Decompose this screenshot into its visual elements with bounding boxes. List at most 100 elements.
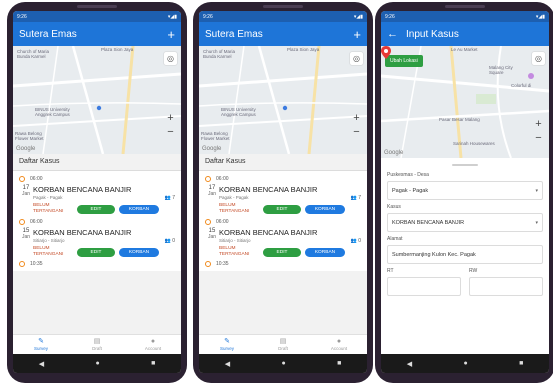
map-label-pasar: Pasar Besar Malang [439, 117, 480, 122]
timeline-dot-icon [19, 175, 25, 182]
nav-draft[interactable]: ▤ Draft [69, 335, 125, 354]
nav-label: Account [330, 346, 348, 351]
status-line-2: TERTANGANI [33, 252, 64, 257]
map-label-plaza: Plaza Sion Jaya [101, 47, 134, 52]
home-nav-icon[interactable]: ● [463, 360, 467, 367]
drag-handle[interactable] [452, 164, 478, 166]
map-view[interactable]: Church of Maria Bunda Karmel Plaza Sion … [13, 46, 181, 154]
zoom-in-button[interactable]: + [532, 118, 545, 131]
nav-label: Account [144, 346, 162, 351]
nav-draft[interactable]: ▤ Draft [255, 335, 311, 354]
status-time: 9:26 [17, 13, 27, 20]
map-label-flower: Rawa Belong Flower Market [15, 131, 44, 141]
nav-label: Draft [92, 346, 102, 351]
victim-count: 7 [172, 195, 175, 201]
alamat-value: Sumbermanjing Kulon Kec. Pagak [392, 251, 476, 258]
map-label-campus: BINUS University Anggrek Campus [221, 107, 256, 117]
map-label-flower: Rawa Belong Flower Market [201, 131, 230, 141]
section-title: Daftar Kasus [13, 154, 181, 171]
edit-button[interactable]: EDIT [77, 247, 115, 257]
timeline-dot-icon [205, 218, 211, 225]
location-pin-icon [381, 46, 391, 59]
puskesmas-select[interactable]: Pagak - Pagak ▾ [387, 181, 543, 200]
recents-nav-icon[interactable]: ■ [151, 360, 155, 367]
bottom-navigation: ✎ Survey ▤ Draft ● Account [199, 334, 367, 354]
people-icon: 👥 [164, 195, 171, 201]
case-time: 10:35 [30, 261, 43, 267]
status-line-2: TERTANGANI [219, 252, 250, 257]
draft-icon: ▤ [279, 338, 287, 345]
case-location: Pagak - Pagak [219, 195, 249, 200]
zoom-out-button[interactable]: − [532, 132, 545, 145]
case-card[interactable]: 06:00 17 Jan KORBAN BENCANA BANJIR Pagak … [19, 174, 175, 215]
case-card[interactable]: 06:00 15 Jan KORBAN BENCANA BANJIR Sitiar… [19, 217, 175, 258]
nav-label: Survey [219, 346, 234, 351]
edit-button[interactable]: EDIT [263, 204, 301, 214]
victim-count: 7 [358, 195, 361, 201]
recents-nav-icon[interactable]: ■ [337, 360, 341, 367]
zoom-out-button[interactable]: − [350, 126, 363, 139]
case-month: Jan [21, 191, 31, 197]
back-nav-icon[interactable]: ◀ [225, 360, 230, 368]
my-location-button[interactable]: ◎ [532, 52, 545, 65]
victim-count: 0 [172, 238, 175, 244]
korban-button[interactable]: KORBAN [119, 204, 159, 214]
edit-button[interactable]: EDIT [263, 247, 301, 257]
screen-case-list: 9:26 ▾◢▮ Sutera Emas + Church of Maria B… [13, 11, 181, 373]
korban-button[interactable]: KORBAN [305, 204, 345, 214]
app-title: Sutera Emas [19, 28, 77, 40]
status-bar: 9:26 ▾◢▮ [13, 11, 181, 22]
map-label-top: Le Au Market [451, 47, 478, 52]
case-card[interactable]: 06:00 15 Jan KORBAN BENCANA BANJIR Sitiar… [205, 217, 361, 258]
app-bar: ← Input Kasus [381, 22, 549, 46]
map-label-colorful: Colorful di [511, 83, 532, 88]
zoom-in-button[interactable]: + [350, 112, 363, 125]
nav-account[interactable]: ● Account [125, 335, 181, 354]
map-label-church: Church of Maria Bunda Karmel [203, 49, 236, 59]
rw-input[interactable] [469, 277, 543, 296]
map-view[interactable]: Church of Maria Bunda Karmel Plaza Sion … [199, 46, 367, 154]
status-icons: ▾◢▮ [353, 13, 363, 20]
korban-button[interactable]: KORBAN [305, 247, 345, 257]
map-label-sarinah: Sarinah Housewares [453, 141, 495, 146]
case-month: Jan [207, 191, 217, 197]
draft-icon: ▤ [93, 338, 101, 345]
add-case-button[interactable]: + [353, 28, 361, 41]
recents-nav-icon[interactable]: ■ [519, 360, 523, 367]
people-icon: 👥 [164, 238, 171, 244]
kasus-value: KORBAN BENCANA BANJIR [392, 219, 465, 226]
nav-survey[interactable]: ✎ Survey [13, 335, 69, 354]
input-form: Puskesmas - Desa Pagak - Pagak ▾ Kasus KO… [381, 158, 549, 368]
my-location-button[interactable]: ◎ [164, 52, 177, 65]
rt-input[interactable] [387, 277, 461, 296]
korban-button[interactable]: KORBAN [119, 247, 159, 257]
map-label-campus: BINUS University Anggrek Campus [35, 107, 70, 117]
account-icon: ● [336, 338, 342, 345]
puskesmas-label: Puskesmas - Desa [387, 172, 429, 178]
google-logo: Google [202, 146, 222, 152]
kasus-select[interactable]: KORBAN BENCANA BANJIR ▾ [387, 213, 543, 232]
zoom-in-button[interactable]: + [164, 112, 177, 125]
screen-input-kasus: 9:26 ▾◢▮ ← Input Kasus Ubah Lokasi Le Au… [381, 11, 549, 373]
victim-count: 0 [358, 238, 361, 244]
case-card[interactable]: 06:00 17 Jan KORBAN BENCANA BANJIR Pagak … [205, 174, 361, 215]
add-case-button[interactable]: + [167, 28, 175, 41]
zoom-out-button[interactable]: − [164, 126, 177, 139]
my-location-button[interactable]: ◎ [350, 52, 363, 65]
status-time: 9:26 [203, 13, 213, 20]
nav-account[interactable]: ● Account [311, 335, 367, 354]
edit-button[interactable]: EDIT [77, 204, 115, 214]
case-time: 06:00 [30, 218, 43, 225]
alamat-input[interactable]: Sumbermanjing Kulon Kec. Pagak [387, 245, 543, 264]
back-arrow-icon[interactable]: ← [387, 28, 398, 40]
back-nav-icon[interactable]: ◀ [39, 360, 44, 368]
nav-label: Survey [33, 346, 48, 351]
nav-survey[interactable]: ✎ Survey [199, 335, 255, 354]
home-nav-icon[interactable]: ● [95, 360, 99, 367]
case-title: KORBAN BENCANA BANJIR [33, 185, 132, 194]
map-view[interactable]: Ubah Lokasi Le Au Market Malang City Squ… [381, 46, 549, 158]
home-nav-icon[interactable]: ● [281, 360, 285, 367]
case-title: KORBAN BENCANA BANJIR [219, 228, 318, 237]
back-nav-icon[interactable]: ◀ [407, 360, 412, 368]
case-title: KORBAN BENCANA BANJIR [219, 185, 318, 194]
